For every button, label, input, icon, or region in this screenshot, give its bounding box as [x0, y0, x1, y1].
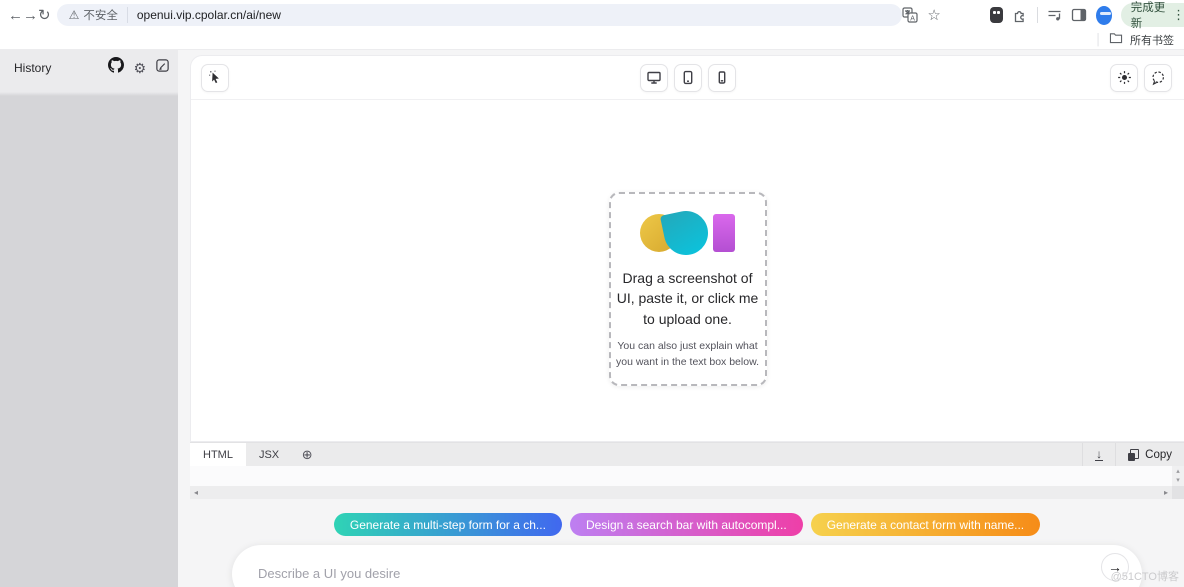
download-button[interactable]: ↓ — [1082, 443, 1115, 466]
copy-label: Copy — [1145, 448, 1172, 461]
logo-bar-shape — [712, 214, 735, 252]
extensions-puzzle-icon[interactable] — [1012, 6, 1028, 24]
tab-jsx[interactable]: JSX — [246, 443, 292, 466]
suggestion-search-bar[interactable]: Design a search bar with autocompl... — [569, 513, 803, 536]
add-tab-icon[interactable]: ⊕ — [292, 443, 322, 466]
translate-icon[interactable]: A — [901, 6, 918, 24]
security-label: 不安全 — [83, 10, 118, 22]
new-chat-edit-icon[interactable] — [155, 58, 170, 78]
suggestion-pills: Generate a multi-step form for a ch... D… — [190, 513, 1184, 536]
back-icon[interactable]: ← — [8, 2, 23, 28]
bookmark-star-icon[interactable]: ☆ — [927, 6, 942, 24]
settings-gear-icon[interactable]: ⚙ — [133, 61, 146, 75]
bookmarks-bar: │ 所有书签 — [0, 30, 1184, 50]
watermark-text: @51CTO博客 — [1110, 571, 1179, 583]
github-icon[interactable] — [108, 57, 125, 78]
bookmarks-divider: │ — [1095, 33, 1102, 46]
extension-icon[interactable] — [989, 7, 1004, 23]
theme-toggle-button[interactable] — [1110, 63, 1138, 92]
media-controls-icon[interactable] — [1047, 6, 1062, 24]
copy-button[interactable]: Copy — [1115, 443, 1184, 466]
annotate-cursor-button[interactable] — [201, 63, 229, 92]
horizontal-scrollbar[interactable]: ◂ ▸ — [190, 486, 1172, 499]
suggestion-contact-form[interactable]: Generate a contact form with name... — [810, 513, 1041, 536]
side-panel-icon[interactable] — [1071, 6, 1087, 24]
suggestion-multistep-form[interactable]: Generate a multi-step form for a ch... — [333, 513, 562, 536]
folder-icon — [1109, 32, 1123, 47]
code-tab-bar: HTML JSX ⊕ ↓ Copy — [190, 442, 1184, 466]
openui-logo — [638, 206, 738, 260]
prompt-input[interactable] — [258, 553, 1068, 587]
scroll-left-icon[interactable]: ◂ — [194, 488, 198, 497]
upload-dropzone[interactable]: Drag a screenshot of UI, paste it, or cl… — [608, 192, 767, 387]
prompt-bar: → — [190, 545, 1184, 587]
vertical-scrollbar[interactable]: ▴ ▾ — [1172, 466, 1184, 486]
chat-feedback-button[interactable] — [1144, 63, 1172, 92]
tablet-view-button[interactable] — [673, 63, 702, 92]
dropzone-heading: Drag a screenshot of UI, paste it, or cl… — [616, 270, 759, 327]
forward-icon[interactable]: → — [23, 2, 38, 28]
desktop-view-button[interactable] — [639, 63, 668, 92]
openui-app: History ⚙ Drag a screenshot of UI, paste… — [0, 50, 1184, 587]
scroll-down-icon[interactable]: ▾ — [1176, 477, 1180, 484]
download-icon: ↓ — [1095, 446, 1104, 461]
code-editor-area[interactable] — [190, 466, 1172, 486]
address-bar[interactable]: ⚠ 不安全 openui.vip.cpolar.cn/ai/new — [56, 4, 902, 26]
reload-icon[interactable]: ↻ — [38, 2, 51, 28]
profile-avatar[interactable] — [1095, 5, 1112, 25]
scrollbar-corner — [1172, 486, 1184, 499]
tab-html[interactable]: HTML — [190, 443, 246, 466]
warning-icon: ⚠ — [68, 8, 80, 22]
security-chip[interactable]: ⚠ 不安全 — [69, 7, 128, 23]
browser-toolbar: ← → ↻ ⚠ 不安全 openui.vip.cpolar.cn/ai/new … — [0, 0, 1184, 30]
preview-toolbar — [191, 56, 1184, 100]
update-label: 完成更新 — [1130, 2, 1166, 30]
history-sidebar: History ⚙ — [0, 50, 178, 587]
menu-dots-icon[interactable]: ⋮ — [1172, 7, 1184, 23]
dropzone-subtext: You can also just explain what you want … — [615, 339, 759, 368]
toolbar-divider — [1037, 7, 1038, 23]
chrome-update-button[interactable]: 完成更新 ⋮ — [1120, 2, 1184, 30]
copy-icon — [1128, 448, 1140, 461]
scroll-right-icon[interactable]: ▸ — [1164, 488, 1168, 497]
sidebar-title: History — [14, 60, 52, 75]
scroll-up-icon[interactable]: ▴ — [1176, 468, 1180, 475]
mobile-view-button[interactable] — [707, 63, 736, 92]
svg-text:A: A — [910, 15, 915, 22]
all-bookmarks-button[interactable]: 所有书签 — [1130, 32, 1174, 48]
url-text: openui.vip.cpolar.cn/ai/new — [136, 8, 281, 22]
preview-panel: Drag a screenshot of UI, paste it, or cl… — [190, 55, 1184, 442]
logo-blob-shape — [659, 206, 712, 260]
